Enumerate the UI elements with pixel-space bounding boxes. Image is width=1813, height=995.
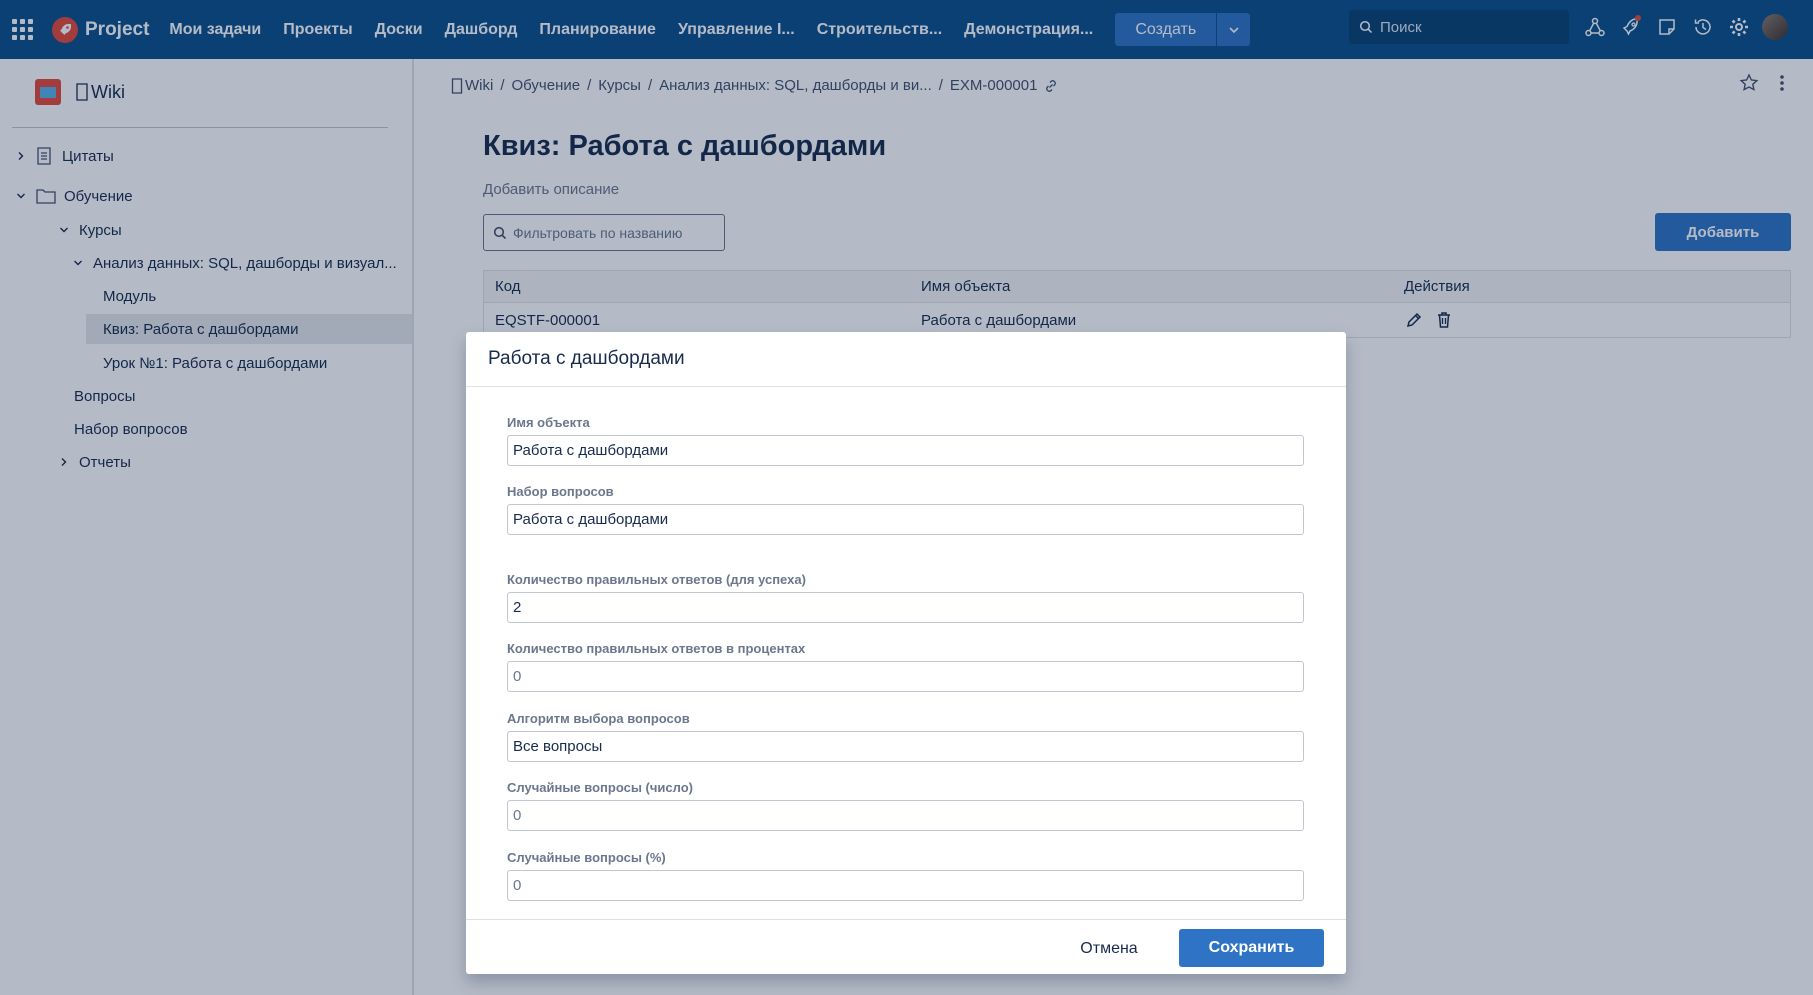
field-correct-answers-percent: Количество правильных ответов в процента… xyxy=(507,641,1304,692)
correct-answers-percent-input[interactable] xyxy=(507,661,1304,692)
field-random-questions-percent: Случайные вопросы (%) xyxy=(507,850,1304,901)
edit-object-modal: Работа с дашбордами Имя объекта Набор во… xyxy=(466,332,1346,974)
field-label: Набор вопросов xyxy=(507,484,614,499)
field-label: Имя объекта xyxy=(507,415,590,430)
random-questions-count-input[interactable] xyxy=(507,800,1304,831)
selection-algorithm-select[interactable] xyxy=(507,731,1304,762)
field-question-set: Набор вопросов xyxy=(507,484,1304,535)
question-set-input[interactable] xyxy=(507,504,1304,535)
random-questions-percent-input[interactable] xyxy=(507,870,1304,901)
modal-body: Имя объекта Набор вопросов Количество пр… xyxy=(466,387,1346,919)
field-random-questions-count: Случайные вопросы (число) xyxy=(507,780,1304,831)
modal-footer: Отмена Сохранить xyxy=(466,919,1346,974)
modal-title: Работа с дашбордами xyxy=(466,332,1346,387)
field-label: Количество правильных ответов в процента… xyxy=(507,641,806,656)
object-name-input[interactable] xyxy=(507,435,1304,466)
field-label: Случайные вопросы (число) xyxy=(507,780,693,795)
cancel-button[interactable]: Отмена xyxy=(1070,930,1148,967)
field-label: Случайные вопросы (%) xyxy=(507,850,666,865)
correct-answers-count-input[interactable] xyxy=(507,592,1304,623)
field-selection-algorithm: Алгоритм выбора вопросов xyxy=(507,711,1304,762)
field-object-name: Имя объекта xyxy=(507,415,1304,466)
field-correct-answers-count: Количество правильных ответов (для успех… xyxy=(507,572,1304,623)
field-label: Количество правильных ответов (для успех… xyxy=(507,572,806,587)
field-label: Алгоритм выбора вопросов xyxy=(507,711,690,726)
save-button[interactable]: Сохранить xyxy=(1179,929,1324,967)
